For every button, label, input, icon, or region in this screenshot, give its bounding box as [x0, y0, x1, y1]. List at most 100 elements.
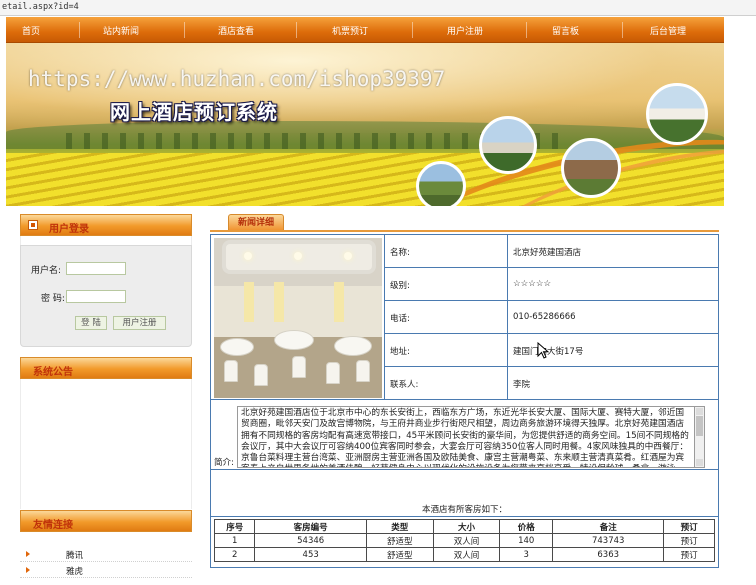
links-list: 腾讯 雅虎 — [20, 546, 192, 578]
photo-chair — [356, 360, 370, 382]
intro-scrollbar[interactable] — [695, 406, 705, 468]
col-header: 类型 — [365, 519, 434, 534]
photo-chair — [292, 356, 306, 378]
login-icon — [28, 220, 38, 230]
banner-watermark: https://www.huzhan.com/ishop39397 — [28, 67, 446, 91]
bullet-arrow-icon — [26, 551, 30, 557]
list-item: 雅虎 — [20, 562, 192, 578]
main-nav: 首页 站内新闻 酒店查看 机票预订 用户注册 留言板 后台管理 — [6, 17, 724, 43]
rooms-title: 本酒店有所客房如下： — [421, 505, 507, 515]
room-size: 双人间 — [432, 533, 501, 548]
login-heading-bar: 用户登录 — [20, 214, 192, 236]
detail-row-contact: 联系人: 李院 — [384, 367, 718, 400]
nav-register[interactable]: 用户注册 — [447, 24, 483, 37]
table-header-row: 序号 客房编号 类型 大小 价格 备注 预订 — [213, 519, 715, 534]
url-text: etail.aspx?id=4 — [2, 2, 79, 12]
room-note: 6363 — [552, 547, 665, 562]
banner-photo-circle — [416, 161, 466, 206]
book-link[interactable]: 预订 — [663, 547, 715, 562]
col-header: 序号 — [213, 519, 256, 534]
link-item[interactable]: 腾讯 — [66, 549, 83, 561]
nav-admin[interactable]: 后台管理 — [650, 24, 686, 37]
username-input[interactable] — [66, 262, 126, 275]
detail-row-level: 级别: ☆☆☆☆☆ — [384, 268, 718, 301]
room-number: 453 — [254, 547, 367, 562]
password-input[interactable] — [66, 290, 126, 303]
level-label: 级别: — [390, 281, 410, 291]
phone-value: 010-65286666 — [513, 312, 576, 322]
scroll-down-icon[interactable] — [696, 459, 703, 466]
photo-light — [344, 252, 352, 260]
table-row: 2 453 舒适型 双人间 3 6363 预订 — [213, 547, 715, 562]
room-index: 1 — [213, 533, 256, 548]
photo-chair — [326, 362, 340, 384]
register-button[interactable]: 用户注册 — [113, 316, 166, 330]
level-value: ☆☆☆☆☆ — [513, 279, 552, 289]
nav-separator — [412, 22, 413, 38]
notice-panel — [20, 379, 192, 509]
nav-separator — [296, 22, 297, 38]
nav-separator — [622, 22, 623, 38]
list-item: 腾讯 — [20, 546, 192, 562]
rooms-table: 序号 客房编号 类型 大小 价格 备注 预订 1 54346 舒适型 双人间 1… — [213, 519, 715, 562]
nav-home[interactable]: 首页 — [22, 24, 40, 37]
nav-guestbook[interactable]: 留言板 — [552, 24, 579, 37]
photo-table — [274, 330, 314, 350]
link-item[interactable]: 雅虎 — [66, 565, 83, 577]
mouse-cursor-icon — [537, 342, 549, 359]
photo-chair — [224, 360, 238, 382]
room-number: 54346 — [254, 533, 367, 548]
contact-label: 联系人: — [390, 380, 419, 390]
col-header: 大小 — [432, 519, 501, 534]
room-type: 舒适型 — [365, 547, 434, 562]
address-label: 地址: — [390, 347, 410, 357]
banner-photo-circle — [479, 116, 537, 174]
notice-heading-bar: 系统公告 — [20, 357, 192, 379]
sidebar-spacer — [20, 236, 192, 245]
nav-separator — [79, 22, 80, 38]
scroll-up-icon[interactable] — [696, 408, 703, 415]
banner-photo-circle — [646, 83, 708, 145]
contact-value: 李院 — [513, 380, 531, 390]
room-index: 2 — [213, 547, 256, 562]
tab-underline — [210, 230, 719, 232]
phone-label: 电话: — [390, 314, 410, 324]
nav-flights[interactable]: 机票预订 — [332, 24, 368, 37]
photo-table — [334, 336, 372, 356]
login-form: 用户名: 密 码: 登 陆 用户注册 — [20, 245, 192, 347]
room-price: 3 — [499, 547, 554, 562]
detail-row-address: 地址: 建国门内大街17号 — [384, 334, 718, 367]
room-note: 743743 — [552, 533, 665, 548]
login-heading: 用户登录 — [49, 224, 89, 235]
nav-news[interactable]: 站内新闻 — [103, 24, 139, 37]
hotel-photo — [214, 238, 382, 398]
intro-row: 简介: 北京好苑建国酒店位于北京市中心的东长安街上，西临东方广场，东近光华长安大… — [210, 400, 719, 470]
book-link[interactable]: 预订 — [663, 533, 715, 548]
nav-hotels[interactable]: 酒店查看 — [218, 24, 254, 37]
address-bar[interactable]: etail.aspx?id=4 — [0, 0, 756, 16]
login-button[interactable]: 登 陆 — [75, 316, 107, 330]
hotel-detail-table: 名称: 北京好苑建国酒店 级别: ☆☆☆☆☆ 电话: 010-65286666 … — [210, 234, 719, 400]
photo-light — [244, 252, 252, 260]
nav-separator — [184, 22, 185, 38]
photo-window — [244, 282, 254, 322]
detail-row-phone: 电话: 010-65286666 — [384, 301, 718, 334]
scroll-thumb[interactable] — [696, 416, 703, 436]
intro-label: 简介: — [214, 458, 234, 468]
notice-heading: 系统公告 — [33, 367, 73, 378]
bullet-arrow-icon — [26, 567, 30, 573]
intro-textarea[interactable]: 北京好苑建国酒店位于北京市中心的东长安街上，西临东方广场，东近光华长安大厦、国际… — [237, 406, 695, 468]
site-banner: https://www.huzhan.com/ishop39397 网上酒店预订… — [6, 43, 724, 206]
links-heading: 友情连接 — [33, 520, 73, 531]
name-label: 名称: — [390, 248, 410, 258]
site-title: 网上酒店预订系统 — [110, 100, 278, 124]
photo-window — [334, 282, 344, 322]
table-row: 1 54346 舒适型 双人间 140 743743 预订 — [213, 533, 715, 548]
photo-chair — [254, 364, 268, 386]
tab-news-detail[interactable]: 新闻详细 — [228, 214, 284, 231]
room-price: 140 — [499, 533, 554, 548]
room-type: 舒适型 — [365, 533, 434, 548]
nav-separator — [526, 22, 527, 38]
name-value: 北京好苑建国酒店 — [513, 248, 582, 258]
col-header: 预订 — [663, 519, 715, 534]
